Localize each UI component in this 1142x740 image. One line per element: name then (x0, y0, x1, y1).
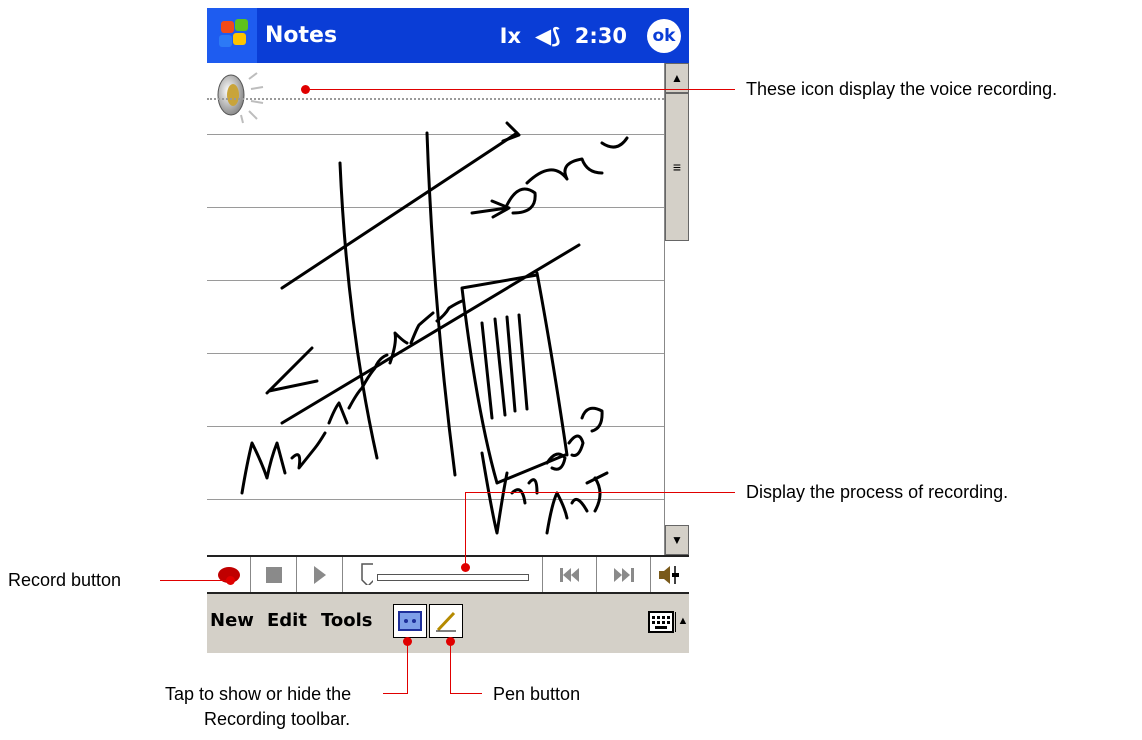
callout-line-pen (450, 693, 482, 694)
volume-button[interactable] (651, 557, 689, 592)
note-canvas[interactable] (207, 63, 664, 555)
ok-button[interactable]: ok (647, 18, 681, 53)
callout-toggle-line1: Tap to show or hide the (165, 684, 352, 704)
callout-line-pen (450, 641, 451, 694)
volume-icon (659, 565, 679, 584)
speaker-icon[interactable]: ◀⟆ (535, 24, 561, 48)
record-button[interactable] (207, 557, 251, 592)
progress-track (377, 574, 529, 581)
callout-pen: Pen button (493, 684, 581, 704)
sip-menu-arrow-icon[interactable]: ▲ (675, 612, 690, 632)
scroll-down-arrow-icon[interactable]: ▼ (665, 525, 689, 555)
text-cursor-icon[interactable]: Ix (500, 24, 521, 48)
rewind-icon (559, 567, 579, 582)
play-button[interactable] (297, 557, 343, 592)
clock[interactable]: 2:30 (575, 24, 627, 48)
callout-toggle-line2: Recording toolbar. (204, 709, 351, 729)
pen-icon (436, 611, 456, 632)
callout-dot-voice (301, 85, 310, 94)
keyboard-icon (648, 611, 674, 633)
pen-button[interactable] (429, 604, 463, 638)
callout-line-record (160, 580, 230, 581)
play-icon (313, 565, 326, 584)
slider-thumb[interactable] (361, 563, 373, 585)
app-title: Notes (265, 23, 338, 48)
windows-start-icon[interactable] (207, 8, 257, 63)
fast-forward-button[interactable] (597, 557, 651, 592)
vertical-scrollbar[interactable]: ▲ ≡ ▼ (664, 63, 689, 555)
scroll-thumb[interactable]: ≡ (665, 93, 689, 241)
fast-forward-icon (613, 567, 634, 582)
callout-line-progress (465, 492, 466, 567)
title-bar: Notes Ix ◀⟆ 2:30 ok (207, 8, 689, 63)
stop-icon (265, 566, 282, 583)
menu-edit[interactable]: Edit (267, 610, 307, 631)
callout-line-toggle (407, 641, 408, 694)
menu-tools[interactable]: Tools (321, 610, 373, 631)
rewind-button[interactable] (543, 557, 597, 592)
callout-record: Record button (8, 570, 122, 590)
callout-dot-record (226, 576, 235, 585)
keyboard-button[interactable] (648, 611, 674, 633)
recording-toolbar-toggle-button[interactable] (393, 604, 427, 638)
callout-voice-icon: These icon display the voice recording. (746, 79, 1058, 99)
recording-toolbar (207, 555, 689, 594)
callout-line-toggle (383, 693, 408, 694)
stop-button[interactable] (251, 557, 297, 592)
callout-progress: Display the process of recording. (746, 482, 1009, 502)
pocket-pc-screen: Notes Ix ◀⟆ 2:30 ok ▲ ≡ ▼ New Edit Tools… (207, 8, 689, 653)
callout-line-voice (305, 89, 735, 90)
menu-new[interactable]: New (210, 610, 254, 631)
callout-line-progress (465, 492, 735, 493)
handwriting-ink (240, 121, 629, 535)
callout-dot-progress (461, 563, 470, 572)
cassette-icon (398, 611, 422, 631)
progress-slider[interactable] (343, 557, 543, 592)
